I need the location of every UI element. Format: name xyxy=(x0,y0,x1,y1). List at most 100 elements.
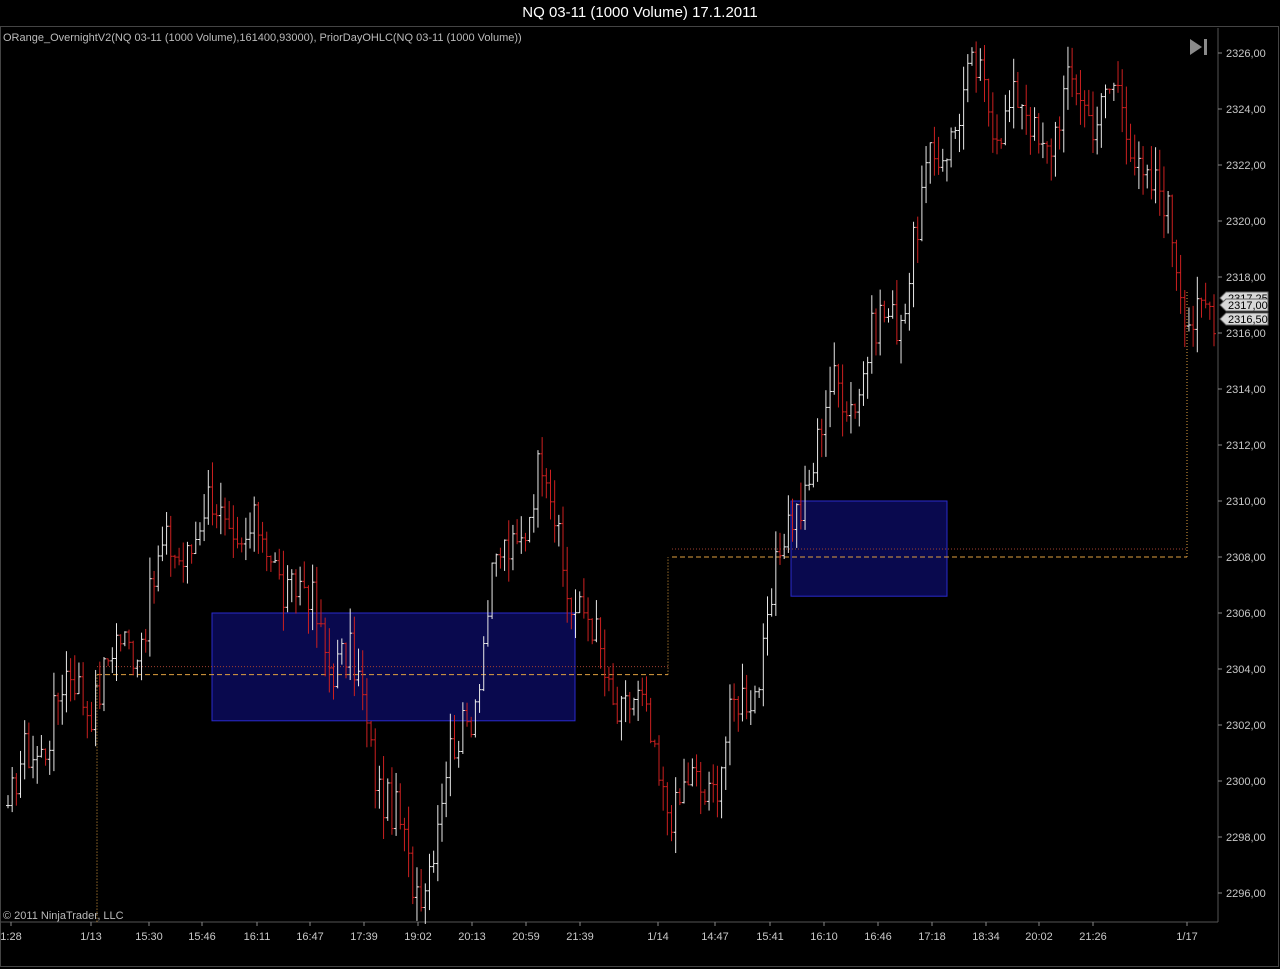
time-tick-label: 17:39 xyxy=(350,931,378,943)
ohlc-bar xyxy=(402,817,407,852)
skip-to-end-icon[interactable] xyxy=(1187,36,1211,58)
ohlc-bar xyxy=(31,735,36,779)
ohlc-bar xyxy=(1174,239,1179,291)
ohlc-bar xyxy=(1095,106,1100,155)
ohlc-bar xyxy=(686,762,691,786)
ohlc-bar xyxy=(369,720,374,747)
ohlc-bar xyxy=(644,676,649,712)
time-axis: 1:28 1/13 15:30 15:46 16:11 16:47 17:39 19:02 20… xyxy=(0,922,1198,943)
ohlc-bar xyxy=(1040,122,1045,159)
ohlc-bar xyxy=(97,661,102,710)
ohlc-bar xyxy=(202,494,207,542)
ohlc-bar xyxy=(619,695,624,741)
ohlc-bar xyxy=(944,158,949,182)
ohlc-bar xyxy=(235,516,240,549)
ohlc-bar xyxy=(698,761,703,815)
ohlc-bar xyxy=(778,532,783,565)
ohlc-bar xyxy=(548,469,553,520)
ohlc-bar xyxy=(122,631,127,647)
ohlc-bar xyxy=(1207,301,1212,320)
ohlc-bar xyxy=(690,758,695,787)
ohlc-bar xyxy=(744,674,749,720)
ohlc-bar xyxy=(669,805,674,842)
ohlc-bar xyxy=(748,690,753,726)
ohlc-bar xyxy=(289,569,294,603)
ohlc-bar xyxy=(68,658,73,702)
price-tick-label: 2316,00 xyxy=(1226,328,1266,340)
time-tick-label: 16:47 xyxy=(296,931,324,943)
ohlc-bar xyxy=(152,570,157,604)
ohlc-bar xyxy=(264,531,269,572)
price-tick-label: 2320,00 xyxy=(1226,216,1266,228)
ohlc-bar xyxy=(552,480,557,543)
ohlc-bar xyxy=(878,289,883,356)
price-axis: 2326,00 2324,00 2322,00 2320,00 2318,00 2316,… xyxy=(1218,48,1266,900)
ohlc-bar xyxy=(26,722,31,769)
ohlc-bar xyxy=(940,148,945,172)
ohlc-bar xyxy=(1107,88,1112,94)
time-tick-label: 15:46 xyxy=(188,931,216,943)
ohlc-bar xyxy=(1020,104,1025,130)
ohlc-bar xyxy=(218,482,223,535)
ohlc-bar xyxy=(256,501,261,554)
ohlc-bar xyxy=(519,516,524,554)
ohlc-bar xyxy=(1007,90,1012,123)
ohlc-bar xyxy=(990,92,995,153)
ohlc-bar xyxy=(711,764,716,803)
ohlc-bar xyxy=(1036,113,1041,154)
ohlc-bar xyxy=(1065,46,1070,110)
price-chart[interactable]: 2326,00 2324,00 2322,00 2320,00 2318,00 2316,… xyxy=(0,0,1280,969)
ohlc-bar xyxy=(715,765,720,818)
ohlc-bar xyxy=(1078,70,1083,125)
ohlc-bar xyxy=(535,450,540,528)
ohlc-bar xyxy=(1182,290,1187,348)
ohlc-bar xyxy=(636,680,641,721)
ohlc-bar xyxy=(1082,90,1087,128)
ohlc-bar xyxy=(648,697,653,744)
ohlc-bar xyxy=(1120,69,1125,133)
ohlc-bar xyxy=(969,47,974,66)
ohlc-bar xyxy=(894,280,899,345)
price-tick-label: 2326,00 xyxy=(1226,48,1266,60)
ohlc-bar xyxy=(1111,82,1116,101)
ohlc-bar xyxy=(1153,147,1158,204)
ohlc-bar xyxy=(1161,166,1166,239)
price-tick-label: 2322,00 xyxy=(1226,160,1266,172)
ohlc-bar xyxy=(757,687,762,698)
ohlc-bar xyxy=(502,539,507,571)
ohlc-bar xyxy=(957,113,962,153)
ohlc-bar xyxy=(181,542,186,583)
ohlc-bar xyxy=(844,401,849,422)
ohlc-bar xyxy=(652,739,657,748)
ohlc-bar xyxy=(439,783,444,842)
ohlc-bar xyxy=(197,522,202,546)
ohlc-bar xyxy=(1128,123,1133,163)
ohlc-bar xyxy=(627,691,632,724)
ohlc-bar xyxy=(131,640,136,676)
time-tick-label: 16:46 xyxy=(864,931,892,943)
ohlc-bar xyxy=(661,766,666,811)
price-tick-label: 2318,00 xyxy=(1226,272,1266,284)
chart-grid xyxy=(1,28,1219,923)
ohlc-bar xyxy=(828,366,833,428)
ohlc-bar xyxy=(673,777,678,854)
ohlc-bar xyxy=(410,846,415,905)
ohlc-bar xyxy=(819,418,824,458)
ohlc-bar xyxy=(811,462,816,488)
prior-day-levels xyxy=(96,291,1188,922)
ohlc-bar xyxy=(515,519,520,545)
ohlc-bar xyxy=(1157,149,1162,216)
time-tick-label: 19:02 xyxy=(404,931,432,943)
ohlc-bar xyxy=(615,686,620,724)
ohlc-bar xyxy=(869,295,874,374)
ohlc-bar xyxy=(631,697,636,716)
ohlc-bar xyxy=(677,788,682,806)
ohlc-bar xyxy=(1103,84,1108,119)
ohlc-bar xyxy=(185,541,190,584)
ohlc-bar xyxy=(899,314,904,364)
ohlc-bar xyxy=(773,531,778,616)
ohlc-bar xyxy=(1015,71,1020,108)
ohlc-bar xyxy=(47,740,52,775)
ohlc-bar xyxy=(252,496,257,552)
time-tick-label: 18:34 xyxy=(972,931,1000,943)
